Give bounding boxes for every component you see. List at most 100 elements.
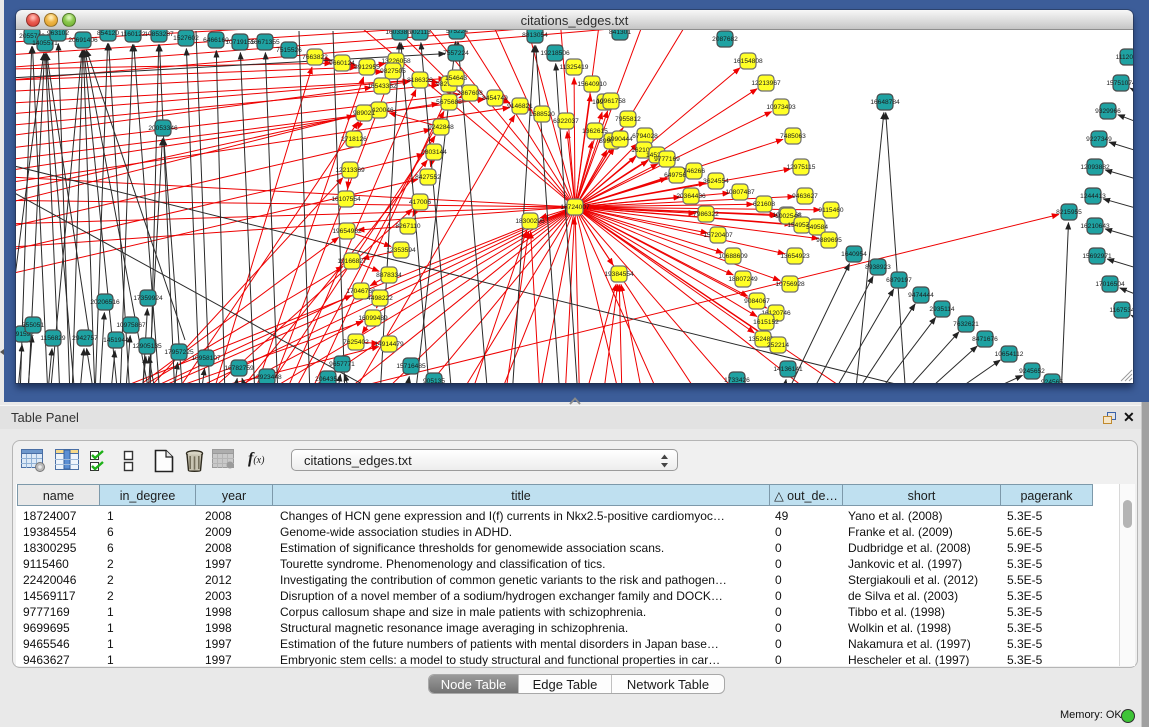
svg-text:1451944: 1451944	[103, 337, 129, 344]
svg-text:417006: 417006	[409, 199, 431, 206]
svg-text:1615152: 1615152	[753, 319, 779, 326]
svg-text:18724007: 18724007	[560, 204, 590, 211]
svg-text:12923448: 12923448	[252, 374, 282, 381]
svg-text:16782759: 16782759	[224, 365, 254, 372]
svg-text:1244413: 1244413	[1080, 193, 1106, 200]
svg-text:9242848: 9242848	[428, 124, 454, 131]
svg-text:16671355: 16671355	[250, 39, 280, 46]
svg-text:15751074: 15751074	[1106, 80, 1133, 87]
svg-text:252214: 252214	[767, 342, 789, 349]
svg-text:10756928: 10756928	[775, 281, 805, 288]
svg-text:6322037: 6322037	[553, 118, 579, 125]
svg-text:12353594: 12353594	[386, 247, 416, 254]
svg-text:1362615: 1362615	[582, 128, 608, 135]
svg-text:9146821: 9146821	[507, 103, 533, 110]
svg-text:8267110: 8267110	[395, 223, 421, 230]
svg-text:10973493: 10973493	[766, 104, 796, 111]
svg-text:8813054: 8813054	[522, 32, 548, 39]
svg-text:841301: 841301	[609, 30, 631, 36]
svg-text:2867608: 2867608	[457, 90, 483, 97]
svg-text:14136141: 14136141	[773, 366, 803, 373]
svg-text:7557224: 7557224	[443, 50, 469, 57]
svg-text:19166827: 19166827	[337, 258, 367, 265]
svg-text:16107554: 16107554	[331, 196, 361, 203]
svg-text:16210643: 16210643	[1080, 223, 1110, 230]
svg-text:8878334: 8878334	[376, 272, 402, 279]
svg-text:15692971: 15692971	[1082, 253, 1112, 260]
svg-text:2064351: 2064351	[315, 376, 341, 383]
svg-text:9115460: 9115460	[818, 207, 844, 214]
svg-text:15640910: 15640910	[577, 81, 607, 88]
svg-text:8990444: 8990444	[607, 136, 633, 143]
svg-text:6794028: 6794028	[632, 133, 658, 140]
svg-text:7485063: 7485063	[780, 133, 806, 140]
svg-text:5675685: 5675685	[436, 99, 462, 106]
svg-text:10654112: 10654112	[995, 351, 1024, 358]
svg-text:8912955: 8912955	[354, 64, 380, 71]
svg-text:8938923: 8938923	[865, 264, 891, 271]
svg-text:10688609: 10688609	[718, 253, 748, 260]
svg-text:10961758: 10961758	[596, 98, 626, 105]
svg-text:12093882: 12093882	[1080, 164, 1110, 171]
svg-text:17957225: 17957225	[164, 349, 194, 356]
svg-text:14914479: 14914479	[374, 341, 404, 348]
svg-text:154643: 154643	[445, 75, 467, 82]
svg-text:2718126: 2718126	[341, 136, 367, 143]
svg-text:575224: 575224	[446, 30, 468, 35]
svg-text:8215955: 8215955	[1056, 209, 1082, 216]
svg-text:746266: 746266	[683, 168, 705, 175]
svg-text:15716485: 15716485	[396, 363, 426, 370]
svg-text:2803144: 2803144	[421, 149, 447, 156]
svg-text:19218506: 19218506	[540, 50, 570, 57]
svg-text:1527602: 1527602	[173, 35, 199, 42]
svg-text:15720407: 15720407	[703, 232, 733, 239]
svg-text:1640954: 1640954	[841, 251, 867, 258]
svg-text:12975115: 12975115	[787, 164, 816, 171]
svg-text:9889695: 9889695	[816, 237, 842, 244]
svg-text:7515526: 7515526	[276, 47, 302, 54]
svg-text:12213369: 12213369	[335, 167, 365, 174]
svg-text:9474444: 9474444	[908, 292, 934, 299]
svg-text:12905135: 12905135	[132, 343, 162, 350]
svg-text:9827505: 9827505	[380, 68, 406, 75]
svg-text:989021: 989021	[353, 110, 375, 117]
svg-text:9329966: 9329966	[1095, 108, 1121, 115]
svg-text:621608: 621608	[753, 201, 775, 208]
svg-text:10853287: 10853287	[144, 31, 174, 38]
svg-text:3624554: 3624554	[703, 178, 729, 185]
svg-text:8454749: 8454749	[482, 95, 508, 102]
svg-text:20364436: 20364436	[676, 193, 706, 200]
svg-text:2087682: 2087682	[712, 36, 738, 43]
svg-text:16648784: 16648784	[870, 99, 900, 106]
svg-text:7632621: 7632621	[953, 321, 979, 328]
svg-text:18300295: 18300295	[515, 218, 545, 225]
svg-text:1156829: 1156829	[40, 335, 66, 342]
svg-text:8471676: 8471676	[972, 336, 998, 343]
svg-text:19654982: 19654982	[332, 228, 362, 235]
svg-text:10807487: 10807487	[725, 189, 755, 196]
svg-text:1733426: 1733426	[724, 377, 750, 383]
svg-text:1167534: 1167534	[1109, 307, 1133, 314]
svg-text:9227349: 9227349	[1086, 136, 1112, 143]
svg-text:9245652: 9245652	[1019, 368, 1045, 375]
svg-text:9777169: 9777169	[654, 156, 680, 163]
svg-text:12213967: 12213967	[751, 80, 781, 87]
svg-text:549584: 549584	[806, 224, 828, 231]
svg-text:924565: 924565	[1041, 379, 1063, 383]
svg-text:854120: 854120	[97, 30, 119, 37]
svg-text:7663822: 7663822	[302, 54, 328, 61]
svg-text:19384554: 19384554	[604, 271, 634, 278]
svg-text:10958107: 10958107	[191, 355, 221, 362]
svg-text:9463627: 9463627	[792, 193, 818, 200]
svg-text:9660124: 9660124	[329, 60, 355, 67]
svg-text:1588520: 1588520	[529, 111, 555, 118]
svg-text:17016504: 17016504	[1095, 281, 1125, 288]
svg-text:355051: 355051	[22, 322, 44, 329]
svg-text:9084067: 9084067	[744, 298, 770, 305]
svg-text:2942757: 2942757	[72, 335, 98, 342]
svg-text:20691406: 20691406	[68, 37, 98, 44]
svg-text:1112034: 1112034	[1116, 54, 1133, 61]
svg-text:16154808: 16154808	[733, 58, 763, 65]
svg-text:7955812: 7955812	[615, 116, 641, 123]
svg-text:8427552: 8427552	[415, 174, 441, 181]
